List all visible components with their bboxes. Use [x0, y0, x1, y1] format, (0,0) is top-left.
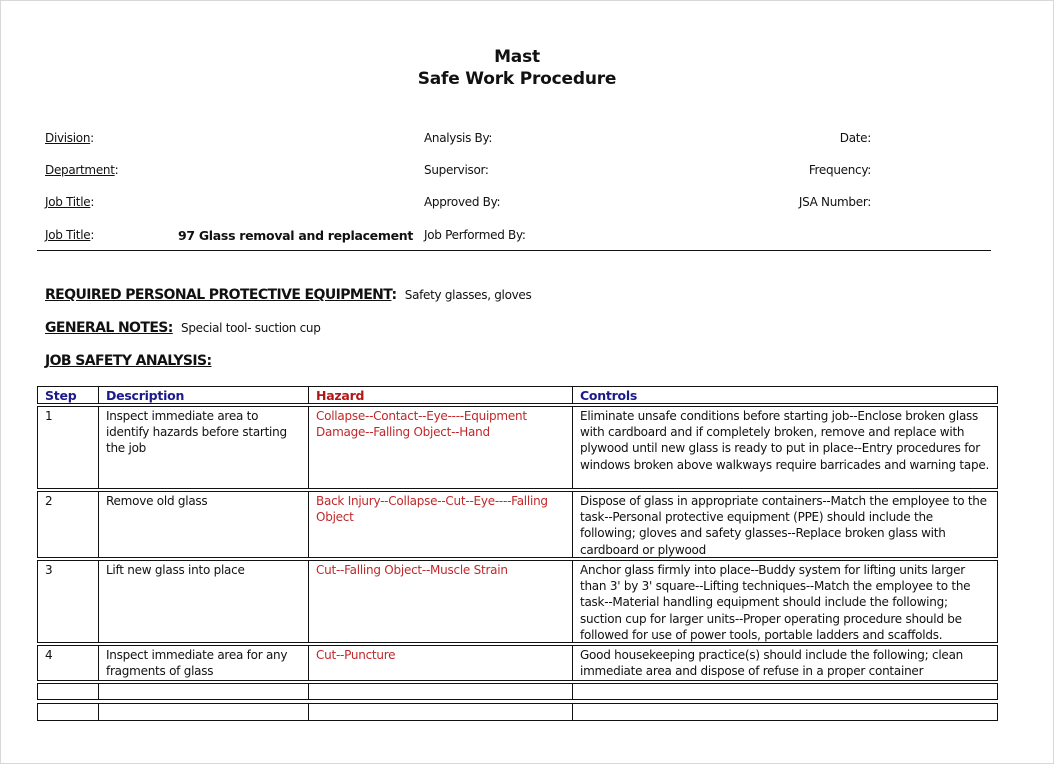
job-title-value: 97 Glass removal and replacement [178, 228, 414, 243]
step-cell [38, 684, 99, 699]
colon: : [90, 228, 95, 242]
approved-by-label: Approved By: [424, 195, 501, 209]
frequency-label: Frequency: [808, 163, 871, 177]
division-label-text: Division [45, 131, 91, 145]
date-label: Date: [839, 131, 872, 145]
table-row: 4 Inspect immediate area for any fragmen… [37, 645, 998, 681]
column-header-controls: Controls [580, 388, 638, 403]
ppe-value: Safety glasses, gloves [404, 288, 532, 302]
controls-cell [573, 684, 997, 699]
document-title: Mast [494, 47, 540, 67]
description-cell: Inspect immediate area to identify hazar… [99, 407, 309, 488]
table-row-empty [37, 703, 998, 721]
table-header-row: Step Description Hazard Controls [37, 386, 998, 404]
header-divider [37, 250, 991, 251]
description-cell: Inspect immediate area for any fragments… [99, 646, 309, 680]
jsa-number-label: JSA Number: [798, 195, 871, 209]
controls-cell: Anchor glass firmly into place--Buddy sy… [580, 563, 971, 642]
colon: : [90, 131, 94, 145]
job-performed-by-label: Job Performed By: [424, 228, 526, 242]
controls-cell [573, 704, 997, 720]
job-title-label: Job Title: [45, 195, 94, 209]
job-title-label-2: Job Title: [45, 228, 94, 242]
hazard-cell: Cut--Puncture [309, 646, 573, 680]
colon: : [90, 195, 95, 209]
table-row-empty [37, 683, 998, 700]
general-notes-section: GENERAL NOTES: Special tool- suction cup [45, 320, 321, 336]
division-label: Division: [45, 131, 94, 145]
department-label-text: Department [45, 163, 115, 177]
job-title-label-text: Job Title [45, 228, 91, 242]
controls-cell: Dispose of glass in appropriate containe… [580, 494, 987, 557]
description-cell [99, 684, 309, 699]
column-header-hazard: Hazard [309, 387, 573, 403]
analysis-by-label: Analysis By: [424, 131, 493, 145]
hazard-cell: Cut--Falling Object--Muscle Strain [309, 561, 573, 642]
description-cell [99, 704, 309, 720]
hazard-cell: Collapse--Contact--Eye----Equipment Dama… [309, 407, 573, 488]
controls-cell: Good housekeeping practice(s) should inc… [580, 648, 964, 679]
notes-value: Special tool- suction cup [181, 321, 321, 335]
hazard-cell: Back Injury--Collapse--Cut--Eye----Falli… [309, 492, 573, 557]
table-row: 3 Lift new glass into place Cut--Falling… [37, 560, 998, 643]
column-header-description: Description [99, 387, 309, 403]
step-cell: 2 [38, 492, 99, 557]
jsa-section: JOB SAFETY ANALYSIS: [45, 353, 212, 369]
table-row: 1 Inspect immediate area to identify haz… [37, 406, 998, 489]
step-cell [38, 704, 99, 720]
colon: : [391, 287, 397, 303]
department-label: Department: [45, 163, 119, 177]
supervisor-label: Supervisor: [424, 163, 489, 177]
column-header-step: Step [38, 387, 99, 403]
ppe-section: REQUIRED PERSONAL PROTECTIVE EQUIPMENT: … [45, 287, 532, 303]
job-title-label-text: Job Title [45, 195, 91, 209]
table-row: 2 Remove old glass Back Injury--Collapse… [37, 491, 998, 558]
step-cell: 3 [38, 561, 99, 642]
ppe-heading: REQUIRED PERSONAL PROTECTIVE EQUIPMENT [45, 287, 392, 303]
controls-cell: Eliminate unsafe conditions before start… [580, 409, 990, 472]
hazard-cell [309, 684, 573, 699]
step-cell: 4 [38, 646, 99, 680]
document-subtitle: Safe Work Procedure [417, 69, 617, 89]
jsa-heading: JOB SAFETY ANALYSIS: [45, 353, 212, 369]
step-cell: 1 [38, 407, 99, 488]
colon: : [114, 163, 119, 177]
description-cell: Remove old glass [99, 492, 309, 557]
notes-heading: GENERAL NOTES: [45, 320, 173, 336]
hazard-cell [309, 704, 573, 720]
description-cell: Lift new glass into place [99, 561, 309, 642]
